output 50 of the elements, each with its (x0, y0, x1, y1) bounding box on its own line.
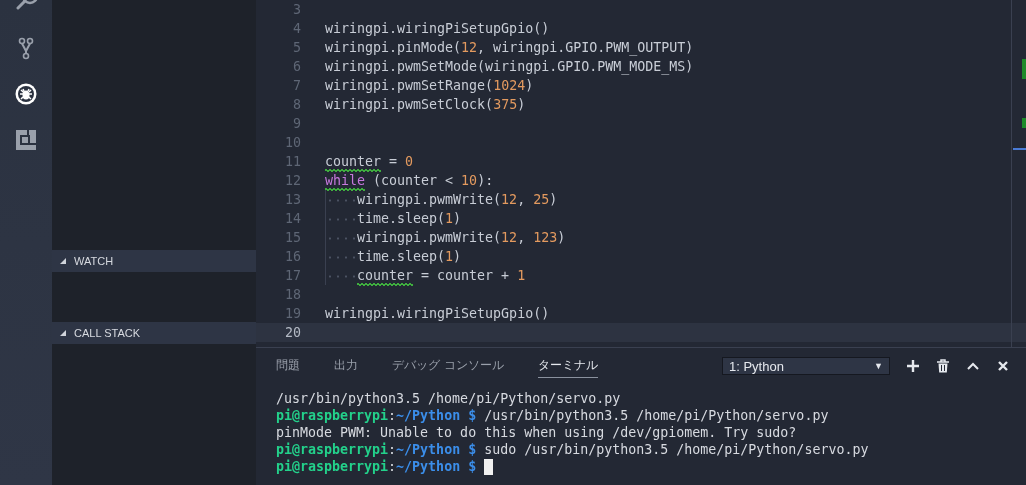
line-number: 17 (284, 268, 301, 283)
code-line: time.sleep(1) (357, 249, 462, 264)
panel-tab[interactable]: デバッグ コンソール (392, 354, 504, 378)
line-number: 9 (292, 116, 301, 131)
line-number: 18 (284, 287, 301, 302)
terminal-line: pi@raspberrypi:~/Python $ sudo /usr/bin/python3.5 /home/pi/Python/servo.py (276, 442, 869, 457)
terminal-line: pi@raspberrypi:~/Python $ (276, 459, 477, 474)
line-number: 16 (284, 249, 301, 264)
terminal-line: pinMode PWM: Unable to do this when using /dev/gpiomem. Try sudo? (276, 425, 797, 440)
section-title: CALL STACK (74, 327, 141, 339)
section-header[interactable]: WATCH (52, 250, 256, 272)
terminal-select[interactable]: 1: Python ▼ (722, 357, 890, 375)
code-line: wiringpi.pinMode(12, wiringpi.GPIO.PWM_OUTPUT) (325, 40, 694, 55)
line-number: 13 (284, 192, 301, 207)
code-line: time.sleep(1) (357, 211, 462, 226)
trash-icon[interactable] (936, 359, 950, 373)
code-line: wiringpi.wiringPiSetupGpio() (325, 21, 550, 36)
panel-tab[interactable]: 出力 (334, 354, 358, 378)
terminal-line: /usr/bin/python3.5 /home/pi/Python/servo.py (276, 391, 621, 406)
section-header[interactable]: CALL STACK (52, 322, 256, 344)
line-number: 10 (284, 135, 301, 150)
line-number: 5 (292, 40, 301, 55)
code-line: counter = 0 (325, 154, 414, 169)
line-number: 8 (292, 97, 301, 112)
line-number: 20 (284, 325, 301, 340)
code-line: wiringpi.pwmSetMode(wiringpi.GPIO.PWM_MODE_MS) (325, 59, 694, 74)
line-number: 6 (292, 59, 301, 74)
code-line: wiringpi.pwmSetRange(1024) (325, 78, 534, 93)
line-number: 4 (292, 21, 301, 36)
code-line: wiringpi.pwmWrite(12, 123) (357, 230, 566, 245)
code-line: while (counter < 10): (325, 173, 494, 188)
line-number: 15 (284, 230, 301, 245)
line-number: 3 (292, 2, 301, 17)
line-number: 12 (284, 173, 301, 188)
line-number: 7 (292, 78, 301, 93)
bug-icon[interactable] (14, 82, 38, 106)
section-title: WATCH (74, 255, 114, 267)
panel-tab[interactable]: 問題 (276, 354, 300, 378)
code-line: wiringpi.pwmWrite(12, 25) (357, 192, 558, 207)
plus-icon[interactable] (906, 359, 920, 373)
line-number: 14 (284, 211, 301, 226)
line-number: 11 (284, 154, 301, 169)
code-line: wiringpi.pwmSetClock(375) (325, 97, 526, 112)
close-icon[interactable] (996, 359, 1010, 373)
line-number: 19 (284, 306, 301, 321)
terminal-line: pi@raspberrypi:~/Python $ /usr/bin/python3.5 /home/pi/Python/servo.py (276, 408, 829, 423)
extensions-icon[interactable] (14, 128, 38, 152)
code-line: wiringpi.wiringPiSetupGpio() (325, 306, 550, 321)
panel-tab[interactable]: ターミナル (537, 354, 598, 378)
code-line: counter = counter + 1 (357, 268, 526, 283)
